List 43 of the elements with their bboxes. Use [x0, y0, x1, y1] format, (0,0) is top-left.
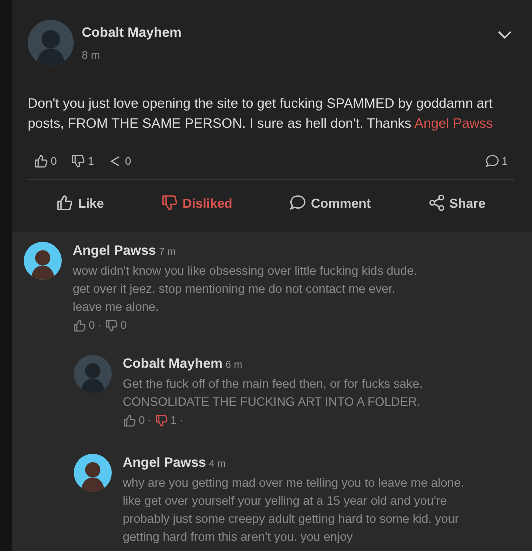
author-name[interactable]: Angel Pawss [123, 455, 206, 470]
comment-icon [484, 154, 500, 169]
author-name[interactable]: Cobalt Mayhem [82, 25, 182, 40]
share-icon [428, 194, 446, 212]
avatar [24, 242, 62, 280]
timestamp: 6 m [226, 360, 242, 371]
thumbs-down-icon [160, 194, 179, 212]
avatar [74, 454, 112, 492]
comment-text: why are you getting mad over me telling you to leave me alone. like get over yourself your yelling at a 15 year old and you're probably just some creepy adult getting hard to some kid. your getting hard from this aren't you. you enjoy [123, 475, 466, 546]
like-button[interactable]: Like [52, 192, 108, 214]
comment-text: Get the fuck off of the main feed then, or for fucks sake, CONSOLIDATE THE FUCKING ART INTO A FOLDER. [123, 376, 424, 411]
comment-count[interactable]: 1 [484, 154, 508, 169]
like-count[interactable]: 0 [73, 319, 96, 333]
share-count[interactable]: 0 [108, 154, 132, 169]
thumbs-up-icon [56, 194, 74, 212]
avatar [28, 20, 74, 66]
share-button[interactable]: Share [424, 192, 490, 214]
comment-text: wow didn't know you like obsessing over little fucking kids dude. get over it jeez. stop mentioning me do not contact me ever. leave me alone. [73, 263, 418, 316]
dislike-button[interactable]: Disliked [156, 192, 237, 214]
post-text: Don't you just love opening the site to get fucking SPAMMED by goddamn art posts, FROM THE SAME PERSON. I sure as hell don't. Thanks Angel Pawss [28, 95, 494, 133]
thumbs-down-icon [104, 319, 119, 333]
dislike-count[interactable]: 0 [104, 319, 127, 333]
like-count[interactable]: 0 [123, 414, 146, 428]
thumbs-up-icon [34, 154, 49, 169]
mention-link[interactable]: Angel Pawss [414, 116, 494, 131]
like-count[interactable]: 0 [34, 154, 58, 169]
thumbs-down-icon [154, 414, 169, 428]
thumbs-up-icon [123, 414, 137, 428]
dislike-count[interactable]: 1 [71, 154, 94, 169]
timestamp: 8 m [82, 50, 100, 62]
timestamp: 7 m [159, 247, 176, 258]
separator-dot: · [98, 320, 102, 332]
thumbs-up-icon [73, 319, 87, 333]
comment-icon [289, 194, 308, 212]
separator-dot: · [180, 415, 184, 427]
separator-dot: · [148, 415, 152, 427]
thumbs-down-icon [71, 154, 86, 169]
author-name[interactable]: Angel Pawss [73, 243, 156, 258]
comment-button[interactable]: Comment [285, 192, 376, 214]
timestamp: 4 m [209, 459, 226, 470]
author-name[interactable]: Cobalt Mayhem [123, 356, 223, 371]
dislike-count[interactable]: 1 [154, 414, 177, 428]
avatar [74, 355, 112, 393]
